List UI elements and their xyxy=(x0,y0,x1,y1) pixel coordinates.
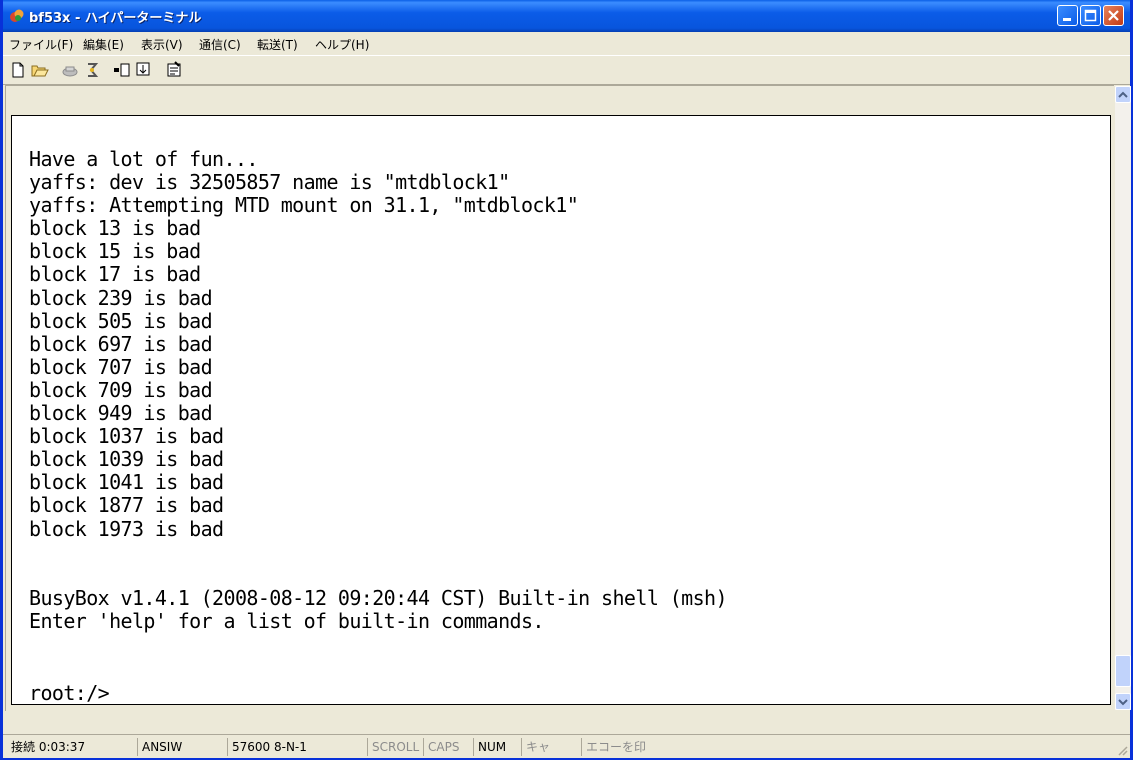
status-port-settings: 57600 8-N-1 xyxy=(227,738,357,756)
status-bar: 接続 0:03:37 ANSIW 57600 8-N-1 SCROLL CAPS… xyxy=(3,734,1130,758)
toolbar xyxy=(3,55,1130,85)
disconnect-icon[interactable] xyxy=(83,61,101,79)
send-icon[interactable] xyxy=(113,61,131,79)
maximize-button[interactable] xyxy=(1080,5,1101,26)
close-button[interactable] xyxy=(1103,5,1124,26)
scroll-down-button[interactable] xyxy=(1115,693,1131,710)
terminal-output: Have a lot of fun... yaffs: dev is 32505… xyxy=(29,147,728,633)
status-scroll: SCROLL xyxy=(367,738,423,756)
receive-icon[interactable] xyxy=(135,61,153,79)
maximize-icon xyxy=(1084,9,1097,22)
minimize-button[interactable] xyxy=(1057,5,1078,26)
hyperterminal-icon xyxy=(10,9,24,22)
scroll-thumb[interactable] xyxy=(1115,655,1131,687)
chevron-down-icon xyxy=(1118,699,1128,706)
status-num: NUM xyxy=(473,738,521,756)
menu-call[interactable]: 通信(C) xyxy=(199,36,241,53)
terminal-prompt[interactable]: root:/> xyxy=(29,682,110,705)
menu-file[interactable]: ファイル(F) xyxy=(9,36,73,53)
resize-grip-icon[interactable] xyxy=(1116,744,1128,756)
menu-help[interactable]: ヘルプ(H) xyxy=(315,36,369,53)
new-document-icon[interactable] xyxy=(9,61,27,79)
scroll-up-button[interactable] xyxy=(1115,86,1131,103)
menu-edit[interactable]: 編集(E) xyxy=(83,36,124,53)
window-title: bf53x - ハイパーターミナル xyxy=(29,11,202,26)
close-icon xyxy=(1108,10,1119,21)
status-connected-time: 接続 0:03:37 xyxy=(11,740,86,754)
menu-transfer[interactable]: 転送(T) xyxy=(257,36,298,53)
menu-view[interactable]: 表示(V) xyxy=(141,36,183,53)
menu-bar: ファイル(F) 編集(E) 表示(V) 通信(C) 転送(T) ヘルプ(H) xyxy=(3,32,1130,54)
status-echo: エコーを印 xyxy=(581,738,741,756)
vertical-scrollbar[interactable] xyxy=(1115,86,1131,710)
open-folder-icon[interactable] xyxy=(31,61,49,79)
phone-icon[interactable] xyxy=(61,61,79,79)
minimize-icon xyxy=(1063,18,1071,21)
properties-icon[interactable] xyxy=(165,61,183,79)
status-emulation: ANSIW xyxy=(137,738,221,756)
status-caps: CAPS xyxy=(423,738,473,756)
title-bar[interactable]: bf53x - ハイパーターミナル xyxy=(3,0,1130,32)
hyperterminal-window: bf53x - ハイパーターミナル ファイル(F) 編集(E) 表示(V) 通信… xyxy=(0,0,1133,760)
chevron-up-icon xyxy=(1118,91,1128,98)
status-kana: キャ xyxy=(521,738,581,756)
